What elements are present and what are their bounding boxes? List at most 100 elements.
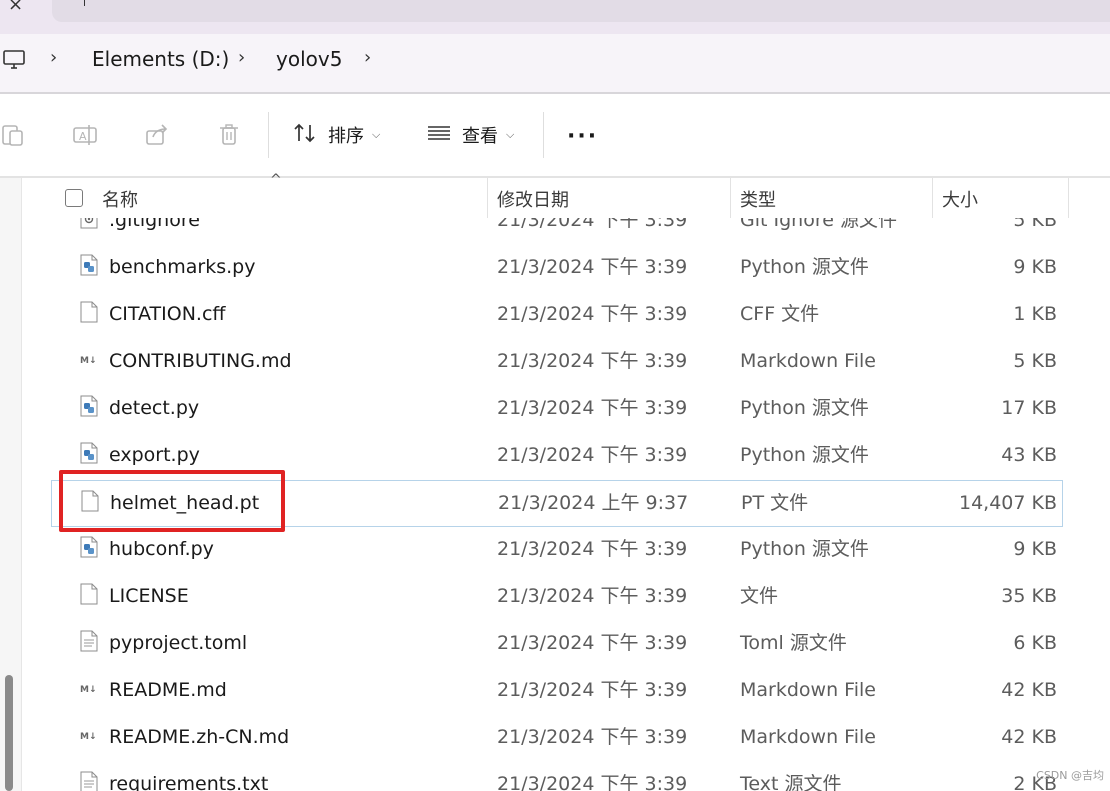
file-type: Markdown File xyxy=(740,679,876,701)
file-modified-date: 21/3/2024 下午 3:39 xyxy=(497,538,688,560)
toolbar-separator xyxy=(543,112,544,158)
file-row[interactable]: .gitignore 21/3/2024 下午 3:39 Git Ignore 源文… xyxy=(22,218,1110,245)
file-name: benchmarks.py xyxy=(109,256,256,278)
tab-strip: × xyxy=(0,0,1110,34)
navigation-scrollbar[interactable] xyxy=(5,675,13,791)
file-row[interactable]: LICENSE 21/3/2024 下午 3:39 文件 35 KB xyxy=(22,574,1110,621)
column-size[interactable]: 大小 xyxy=(942,186,978,212)
column-divider[interactable] xyxy=(487,178,488,218)
file-modified-date: 21/3/2024 下午 3:39 xyxy=(497,773,688,791)
file-type: Git Ignore 源文件 xyxy=(740,218,897,231)
chevron-right-icon[interactable]: › xyxy=(50,47,57,68)
file-modified-date: 21/3/2024 下午 3:39 xyxy=(497,350,688,372)
file-name: CONTRIBUTING.md xyxy=(109,350,292,372)
rename-icon[interactable]: A xyxy=(72,122,98,148)
file-type: Toml 源文件 xyxy=(740,632,847,654)
file-type: Python 源文件 xyxy=(740,444,869,466)
file-modified-date: 21/3/2024 下午 3:39 xyxy=(497,303,688,325)
column-type[interactable]: 类型 xyxy=(740,186,776,212)
sort-icon xyxy=(292,121,318,150)
address-bar[interactable]: › Elements (D:) › yolov5 › xyxy=(0,34,1110,92)
file-type: Python 源文件 xyxy=(740,397,869,419)
file-name: hubconf.py xyxy=(109,538,214,560)
select-all-checkbox[interactable] xyxy=(65,189,83,207)
column-name[interactable]: 名称 xyxy=(102,186,138,212)
toolbar-separator xyxy=(268,112,269,158)
sort-ascending-icon: ^ xyxy=(270,172,282,188)
chevron-down-icon: ⌵ xyxy=(372,128,381,141)
file-type: 文件 xyxy=(740,585,779,607)
file-size: 43 KB xyxy=(1001,444,1057,466)
file-row[interactable]: detect.py 21/3/2024 下午 3:39 Python 源文件 17 K… xyxy=(22,386,1110,433)
file-size: 9 KB xyxy=(1013,256,1057,278)
file-size: 35 KB xyxy=(1001,585,1057,607)
breadcrumb-drive[interactable]: Elements (D:) xyxy=(92,46,229,72)
file-type: PT 文件 xyxy=(741,492,809,514)
view-icon xyxy=(426,121,452,150)
column-divider[interactable] xyxy=(932,178,933,218)
markdown-file-icon: M↓ xyxy=(80,724,98,746)
file-name: export.py xyxy=(109,444,200,466)
tab-marker xyxy=(84,0,85,6)
view-button[interactable]: 查看 ⌵ xyxy=(426,120,514,150)
chevron-down-icon: ⌵ xyxy=(506,128,515,141)
file-row[interactable]: CITATION.cff 21/3/2024 下午 3:39 CFF 文件 1 KB xyxy=(22,292,1110,339)
file-size: 17 KB xyxy=(1001,397,1057,419)
this-pc-icon[interactable] xyxy=(2,48,26,76)
file-modified-date: 21/3/2024 下午 3:39 xyxy=(497,256,688,278)
file-row[interactable]: hubconf.py 21/3/2024 下午 3:39 Python 源文件 9 K… xyxy=(22,527,1110,574)
chevron-right-icon[interactable]: › xyxy=(238,47,245,68)
file-modified-date: 21/3/2024 下午 3:39 xyxy=(497,679,688,701)
file-size: 14,407 KB xyxy=(958,492,1057,514)
file-size: 1 KB xyxy=(1013,303,1057,325)
file-modified-date: 21/3/2024 下午 3:39 xyxy=(497,585,688,607)
file-row[interactable]: M↓ CONTRIBUTING.md 21/3/2024 下午 3:39 Markdo… xyxy=(22,339,1110,386)
blank-file-icon xyxy=(80,583,98,605)
file-row[interactable]: benchmarks.py 21/3/2024 下午 3:39 Python 源文件… xyxy=(22,245,1110,292)
breadcrumb-folder[interactable]: yolov5 xyxy=(276,46,342,72)
column-divider[interactable] xyxy=(1068,178,1069,218)
file-size: 42 KB xyxy=(1001,726,1057,748)
file-size: 42 KB xyxy=(1001,679,1057,701)
python-file-icon xyxy=(80,536,98,558)
markdown-file-icon: M↓ xyxy=(80,677,98,699)
tab-active[interactable] xyxy=(52,0,1110,22)
python-file-icon xyxy=(80,254,98,276)
file-size: 6 KB xyxy=(1013,632,1057,654)
paste-icon[interactable] xyxy=(0,122,26,148)
chevron-right-icon[interactable]: › xyxy=(364,47,371,68)
file-type: CFF 文件 xyxy=(740,303,820,325)
file-row[interactable]: requirements.txt 21/3/2024 下午 3:39 Text 源文… xyxy=(22,762,1110,791)
view-label: 查看 xyxy=(462,126,498,147)
svg-text:M↓: M↓ xyxy=(80,356,97,366)
share-icon[interactable] xyxy=(144,122,170,148)
text-file-icon xyxy=(80,630,98,652)
sort-button[interactable]: 排序 ⌵ xyxy=(292,120,380,150)
svg-text:A: A xyxy=(79,130,87,143)
close-icon[interactable]: × xyxy=(8,0,23,15)
file-name: .gitignore xyxy=(109,218,200,231)
command-bar: A 排序 ⌵ 查看 ⌵ ··· xyxy=(0,94,1110,176)
column-divider[interactable] xyxy=(730,178,731,218)
delete-icon[interactable] xyxy=(216,122,242,148)
file-modified-date: 21/3/2024 下午 3:39 xyxy=(497,444,688,466)
file-row[interactable]: pyproject.toml 21/3/2024 下午 3:39 Toml 源文件 6… xyxy=(22,621,1110,668)
gitignore-file-icon xyxy=(80,218,98,229)
file-name: README.md xyxy=(109,679,227,701)
highlight-box xyxy=(59,470,285,532)
file-type: Text 源文件 xyxy=(740,773,842,791)
file-row[interactable]: M↓ README.zh-CN.md 21/3/2024 下午 3:39 Markdo… xyxy=(22,715,1110,762)
file-row[interactable]: M↓ README.md 21/3/2024 下午 3:39 Markdown Fil… xyxy=(22,668,1110,715)
more-options-button[interactable]: ··· xyxy=(567,124,598,149)
sort-label: 排序 xyxy=(328,126,364,147)
file-explorer-window: × › Elements (D:) › yolov5 › A 排序 ⌵ 查看 ⌵… xyxy=(0,0,1110,791)
column-modified[interactable]: 修改日期 xyxy=(497,186,569,212)
file-name: CITATION.cff xyxy=(109,303,226,325)
file-modified-date: 21/3/2024 下午 3:39 xyxy=(497,218,688,231)
file-name: README.zh-CN.md xyxy=(109,726,290,748)
file-modified-date: 21/3/2024 下午 3:39 xyxy=(497,632,688,654)
python-file-icon xyxy=(80,442,98,464)
file-modified-date: 21/3/2024 下午 3:39 xyxy=(497,397,688,419)
blank-file-icon xyxy=(80,301,98,323)
file-modified-date: 21/3/2024 上午 9:37 xyxy=(498,492,689,514)
